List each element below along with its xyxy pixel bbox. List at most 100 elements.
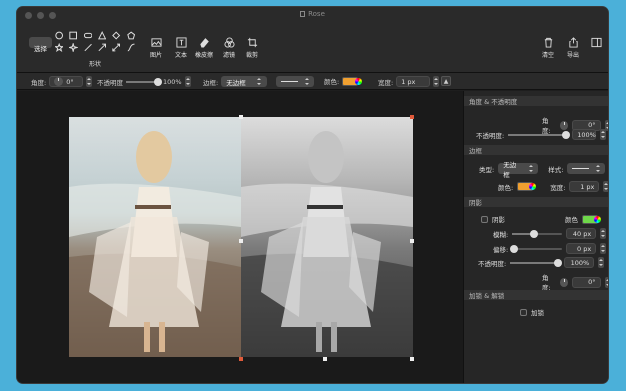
panel-width-field[interactable]: 1 px	[569, 181, 600, 192]
photo-beach-woman	[69, 117, 413, 357]
opacity-stepper[interactable]	[184, 76, 191, 87]
blur-stepper[interactable]	[600, 228, 607, 239]
crop-tool-label: 裁剪	[246, 52, 259, 59]
angle-control: 角度: 0°	[31, 76, 93, 87]
shadow-opacity-field[interactable]: 100%	[564, 257, 595, 268]
border-control: 边框: 无边框	[203, 76, 315, 87]
offset-slider[interactable]	[510, 244, 563, 253]
export-button[interactable]: 导出	[567, 37, 579, 59]
arrow-shape-icon[interactable]	[98, 43, 106, 52]
image-tool-button[interactable]: 图片	[150, 37, 162, 59]
panel-shadow-angle-row: 角度: 0°	[542, 272, 608, 292]
text-tool-label: 文本	[175, 52, 188, 59]
angle-dial[interactable]	[54, 77, 64, 86]
shadow-angle-stepper[interactable]	[604, 276, 608, 288]
selection-handle-top-right[interactable]	[410, 115, 414, 119]
collapse-control: ▲	[441, 76, 451, 86]
triangle-shape-icon[interactable]	[98, 30, 107, 40]
selection-handle-top[interactable]	[239, 115, 243, 119]
pentagon-shape-icon[interactable]	[126, 31, 135, 40]
opacity-slider-knob[interactable]	[154, 77, 162, 86]
panel-offset-row: 偏移: 0 px	[493, 243, 607, 254]
eraser-tool-button[interactable]: 橡皮擦	[195, 37, 213, 59]
inspector-panel: 角度 & 不透明度 角度: 0° 不透明度: 100% 边框 类型: 无边框 样…	[463, 91, 608, 383]
filter-icon	[223, 37, 235, 48]
text-tool-button[interactable]: 文本	[175, 37, 187, 59]
width-control: 宽度: 1 px	[378, 76, 440, 87]
width-field[interactable]: 1 px	[396, 76, 431, 87]
panel-opacity-slider[interactable]	[508, 130, 571, 139]
diamond-shape-icon[interactable]	[112, 30, 121, 40]
panel-opacity-field[interactable]: 100%	[572, 129, 597, 140]
selection-handle-left[interactable]	[239, 239, 243, 243]
offset-slider-knob[interactable]	[510, 244, 519, 253]
chevron-up-icon[interactable]: ▲	[441, 76, 451, 86]
eraser-tool-label: 橡皮擦	[195, 52, 214, 59]
panel-width-stepper[interactable]	[603, 181, 608, 192]
image-layer[interactable]	[69, 117, 413, 357]
select-tool-button[interactable]: 选择	[29, 37, 52, 53]
shadow-opacity-slider[interactable]	[510, 258, 563, 267]
panel-color-wheel-icon[interactable]	[529, 183, 537, 190]
opacity-slider[interactable]	[126, 77, 162, 86]
panel-border-type-select[interactable]: 无边框	[498, 161, 539, 179]
opacity-control: 不透明度 100%	[97, 76, 191, 87]
clear-label: 清空	[542, 52, 555, 59]
shadow-angle-field[interactable]: 0°	[572, 276, 601, 288]
share-icon	[568, 37, 578, 48]
eraser-icon	[199, 38, 209, 48]
panel-opacity-knob[interactable]	[562, 130, 571, 139]
blur-slider-knob[interactable]	[530, 229, 539, 238]
selection-handle-bottom-right[interactable]	[410, 357, 414, 361]
shadow-checkbox[interactable]	[481, 215, 488, 223]
toolbar: Rose 选择 形状 图片 文本 橡皮擦 滤镜 裁剪 清空 导出	[17, 7, 608, 73]
shadow-color-wheel-icon[interactable]	[594, 215, 601, 223]
sidebar-icon	[591, 37, 602, 48]
lock-header: 加锁 & 解锁	[464, 290, 608, 300]
selection-handle-bottom[interactable]	[323, 357, 327, 361]
panel-opacity-stepper[interactable]	[600, 129, 607, 140]
blur-field[interactable]: 40 px	[566, 228, 597, 239]
offset-field[interactable]: 0 px	[566, 243, 597, 254]
lock-checkbox[interactable]	[520, 308, 527, 316]
shadow-header: 阴影	[464, 197, 608, 207]
panel-opacity-row: 不透明度: 100%	[476, 129, 607, 140]
width-stepper[interactable]	[433, 76, 440, 87]
blur-slider[interactable]	[512, 229, 563, 238]
angle-stepper[interactable]	[86, 76, 93, 87]
line-shape-icon[interactable]	[84, 43, 92, 52]
circle-shape-icon[interactable]	[55, 31, 63, 40]
document-icon	[300, 11, 306, 17]
panel-shadow-color-row: 颜色	[565, 214, 601, 224]
shadow-opacity-stepper[interactable]	[598, 257, 605, 268]
export-label: 导出	[567, 52, 580, 59]
offset-stepper[interactable]	[600, 243, 607, 254]
rounded-rectangle-shape-icon[interactable]	[83, 31, 92, 40]
shadow-angle-dial[interactable]	[559, 277, 569, 287]
panel-type-row: 类型: 无边框 样式:	[479, 161, 606, 179]
sidebar-toggle-button[interactable]	[591, 37, 602, 48]
canvas[interactable]	[17, 91, 463, 383]
angle-field[interactable]: 0°	[49, 76, 84, 87]
curve-shape-icon[interactable]	[127, 43, 135, 52]
panel-shadow-toggle-row: 阴影	[481, 214, 505, 224]
filter-tool-button[interactable]: 滤镜	[223, 37, 235, 59]
rectangle-shape-icon[interactable]	[69, 31, 78, 40]
clear-button[interactable]: 清空	[542, 37, 554, 59]
color-wheel-icon[interactable]	[355, 77, 363, 85]
filter-tool-label: 滤镜	[223, 52, 236, 59]
crop-tool-button[interactable]: 裁剪	[246, 37, 258, 59]
shadow-opacity-knob[interactable]	[554, 258, 563, 267]
shapes-tool-group: 形状	[55, 29, 135, 68]
border-style-select[interactable]	[276, 76, 315, 87]
selection-handle-bottom-left[interactable]	[239, 357, 243, 361]
angle-label: 角度:	[31, 78, 47, 87]
star-shape-icon[interactable]	[55, 42, 64, 52]
app-window: Rose 选择 形状 图片 文本 橡皮擦 滤镜 裁剪 清空 导出 角度: 0° …	[16, 6, 609, 384]
selection-handle-right[interactable]	[410, 239, 414, 243]
panel-border-style-select[interactable]	[567, 163, 606, 174]
panel-lock-row: 加锁	[520, 307, 544, 317]
border-type-select[interactable]: 无边框	[221, 76, 268, 87]
sparkle-shape-icon[interactable]	[69, 42, 78, 52]
double-arrow-shape-icon[interactable]	[112, 43, 121, 52]
